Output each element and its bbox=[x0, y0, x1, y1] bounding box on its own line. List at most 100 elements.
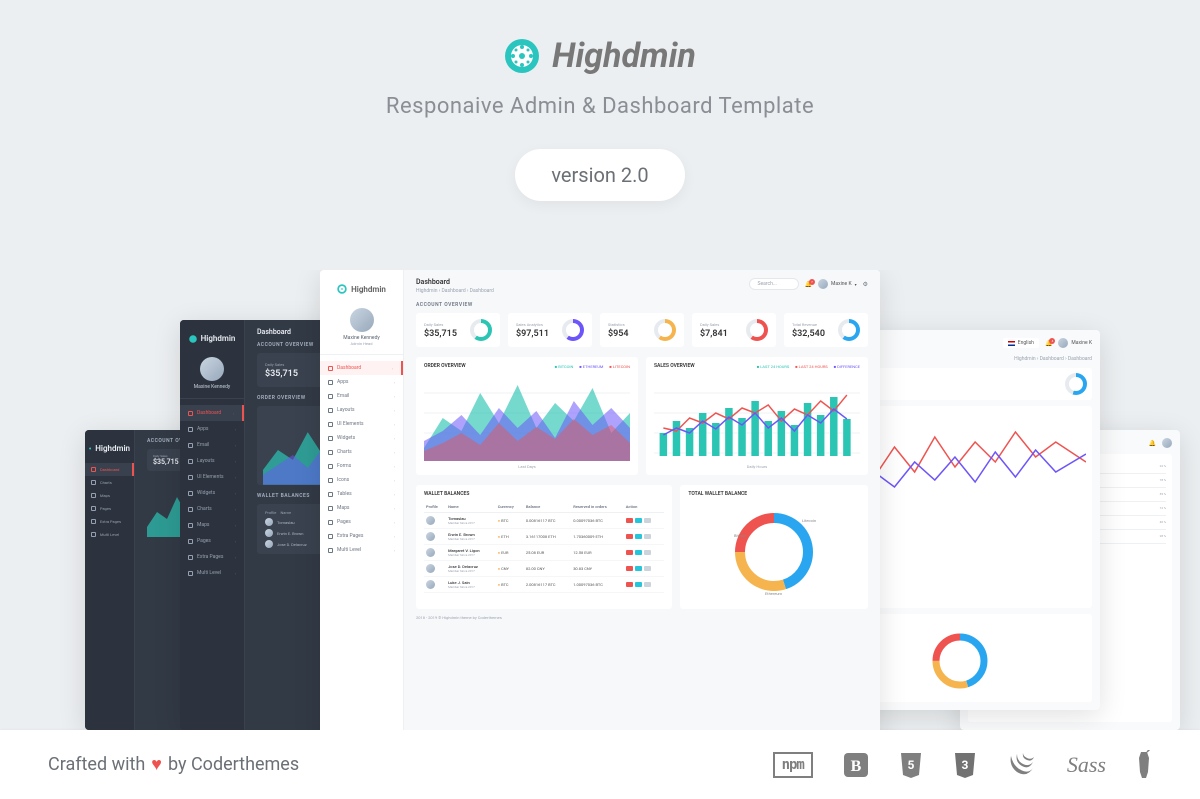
notification-icon[interactable]: 🔔4 bbox=[1045, 340, 1052, 347]
wallet-balance: 3.16117008 ETH bbox=[524, 529, 571, 545]
svg-text:5: 5 bbox=[907, 758, 914, 772]
action-buttons bbox=[626, 518, 663, 523]
wallet-currency: ● CNY bbox=[496, 561, 524, 577]
action-button[interactable] bbox=[644, 550, 651, 555]
sidebar-item-label: Dashboard bbox=[337, 365, 361, 371]
stat-label: Total Revenue bbox=[792, 322, 825, 327]
action-button[interactable] bbox=[644, 566, 651, 571]
table-header: Action bbox=[624, 501, 665, 513]
sidebar-item-label: Pages bbox=[197, 538, 211, 544]
sidebar-item[interactable]: UI Elements› bbox=[180, 469, 244, 485]
sidebar-item[interactable]: Charts› bbox=[180, 501, 244, 517]
stat-card: Daily Sales $7,841 bbox=[692, 313, 776, 347]
sidebar-item-label: Dashboard bbox=[100, 467, 119, 472]
sidebar-role: Admin Head bbox=[351, 341, 373, 346]
wallet-since: Member Since 2017 bbox=[448, 585, 494, 589]
card-title: TOTAL WALLET BALANCE bbox=[688, 491, 860, 497]
top-actions: Search... 🔔7 Maxine K ▾ ⚙ bbox=[749, 278, 868, 290]
sidebar-item[interactable]: Widgets› bbox=[180, 485, 244, 501]
css3-icon: 3 bbox=[953, 751, 977, 779]
table-row: Luke J. SainMember Since 2017● BTC2.0081… bbox=[424, 577, 664, 593]
logo-icon bbox=[504, 38, 540, 74]
action-button[interactable] bbox=[626, 566, 633, 571]
wallet-since: Member Since 2017 bbox=[448, 569, 494, 573]
wallet-since: Member Since 2017 bbox=[448, 537, 494, 541]
sidebar-item-apps[interactable]: Apps› bbox=[320, 375, 403, 389]
gear-icon[interactable]: ⚙ bbox=[863, 281, 868, 288]
sidebar-item-label: Layouts bbox=[197, 458, 215, 464]
action-button[interactable] bbox=[635, 566, 642, 571]
svg-text:3: 3 bbox=[961, 758, 968, 772]
avatar bbox=[265, 529, 273, 537]
action-button[interactable] bbox=[626, 534, 633, 539]
sidebar-item[interactable]: Email› bbox=[180, 437, 244, 453]
action-button[interactable] bbox=[635, 518, 642, 523]
sidebar-item-charts[interactable]: Charts› bbox=[320, 445, 403, 459]
notification-icon[interactable]: 🔔7 bbox=[805, 281, 812, 288]
sidebar-item-label: Widgets bbox=[337, 435, 355, 441]
sidebar-item-tables[interactable]: Tables› bbox=[320, 487, 403, 501]
sidebar-item-dashboard[interactable]: Dashboard bbox=[85, 463, 134, 476]
stat-label: Daily Sales bbox=[700, 322, 728, 327]
section-label: ACCOUNT OVERVIEW bbox=[416, 302, 868, 308]
sidebar-item[interactable]: Extra Pages› bbox=[180, 549, 244, 565]
action-button[interactable] bbox=[644, 582, 651, 587]
sidebar-item-dashboard[interactable]: Dashboard› bbox=[180, 405, 244, 421]
action-button[interactable] bbox=[635, 534, 642, 539]
action-button[interactable] bbox=[626, 550, 633, 555]
sidebar-item[interactable]: Multi Level bbox=[85, 528, 134, 541]
sidebar-item-label: UI Elements bbox=[337, 421, 364, 427]
action-button[interactable] bbox=[644, 534, 651, 539]
action-button[interactable] bbox=[635, 582, 642, 587]
sidebar-item-forms[interactable]: Forms› bbox=[320, 459, 403, 473]
stat-value: $35,715 bbox=[424, 329, 457, 339]
sidebar-brand: Highdmin bbox=[85, 438, 134, 463]
brand-name: Highdmin bbox=[552, 36, 696, 76]
sidebar-item[interactable]: Pages bbox=[85, 502, 134, 515]
tagline: Responaive Admin & Dashboard Template bbox=[386, 94, 814, 119]
sidebar-item[interactable]: Maps› bbox=[180, 517, 244, 533]
sidebar-item[interactable]: Charts bbox=[85, 476, 134, 489]
tech-icons: npm B 5 3 Sass bbox=[773, 750, 1152, 780]
sidebar-item-layouts[interactable]: Layouts› bbox=[320, 403, 403, 417]
sidebar-item-label: Maps bbox=[197, 522, 209, 528]
charts-row: ORDER OVERVIEW BITCOIN ETHEREUM LITECOIN bbox=[416, 357, 868, 475]
language-switch[interactable]: English bbox=[1003, 338, 1039, 348]
sidebar-item-label: Pages bbox=[337, 519, 351, 525]
sidebar-item-extra-pages[interactable]: Extra Pages› bbox=[320, 529, 403, 543]
sidebar-item-label: Charts bbox=[100, 480, 112, 485]
sidebar-item-email[interactable]: Email› bbox=[320, 389, 403, 403]
heart-icon: ♥ bbox=[151, 754, 162, 775]
sidebar-item-pages[interactable]: Pages› bbox=[320, 515, 403, 529]
user-menu[interactable]: Maxine K ▾ bbox=[818, 279, 857, 289]
sidebar-item-dashboard[interactable]: Dashboard› bbox=[320, 361, 403, 375]
action-button[interactable] bbox=[626, 518, 633, 523]
sass-icon: Sass bbox=[1067, 752, 1106, 778]
svg-text:Litecoin: Litecoin bbox=[802, 518, 816, 523]
action-button[interactable] bbox=[635, 550, 642, 555]
action-button[interactable] bbox=[644, 518, 651, 523]
user-menu[interactable] bbox=[1162, 438, 1172, 448]
user-menu[interactable]: Maxine K bbox=[1058, 338, 1092, 348]
table-header: Profile bbox=[424, 501, 446, 513]
sidebar-item-maps[interactable]: Maps› bbox=[320, 501, 403, 515]
notification-icon[interactable]: 🔔 bbox=[1149, 440, 1156, 447]
stat-value: $7,841 bbox=[700, 329, 728, 339]
sidebar-item-label: Widgets bbox=[197, 490, 215, 496]
wallet-balance: 2.00816117 BTC bbox=[524, 577, 571, 593]
sidebar-item[interactable]: Layouts› bbox=[180, 453, 244, 469]
sidebar-item-label: Apps bbox=[337, 379, 348, 385]
sidebar-item[interactable]: Extra Pages bbox=[85, 515, 134, 528]
chart-footer: Daily Hours bbox=[654, 464, 860, 469]
sidebar-item[interactable]: Apps› bbox=[180, 421, 244, 437]
sidebar-item-widgets[interactable]: Widgets› bbox=[320, 431, 403, 445]
sidebar-item-multi-level[interactable]: Multi Level› bbox=[320, 543, 403, 557]
action-button[interactable] bbox=[626, 582, 633, 587]
sidebar-item[interactable]: Multi Level› bbox=[180, 565, 244, 581]
sidebar-item-ui-elements[interactable]: UI Elements› bbox=[320, 417, 403, 431]
sidebar-item-icons[interactable]: Icons› bbox=[320, 473, 403, 487]
bootstrap-icon: B bbox=[843, 752, 869, 778]
sidebar-item[interactable]: Maps bbox=[85, 489, 134, 502]
sidebar-item[interactable]: Pages› bbox=[180, 533, 244, 549]
search-input[interactable]: Search... bbox=[749, 278, 799, 290]
